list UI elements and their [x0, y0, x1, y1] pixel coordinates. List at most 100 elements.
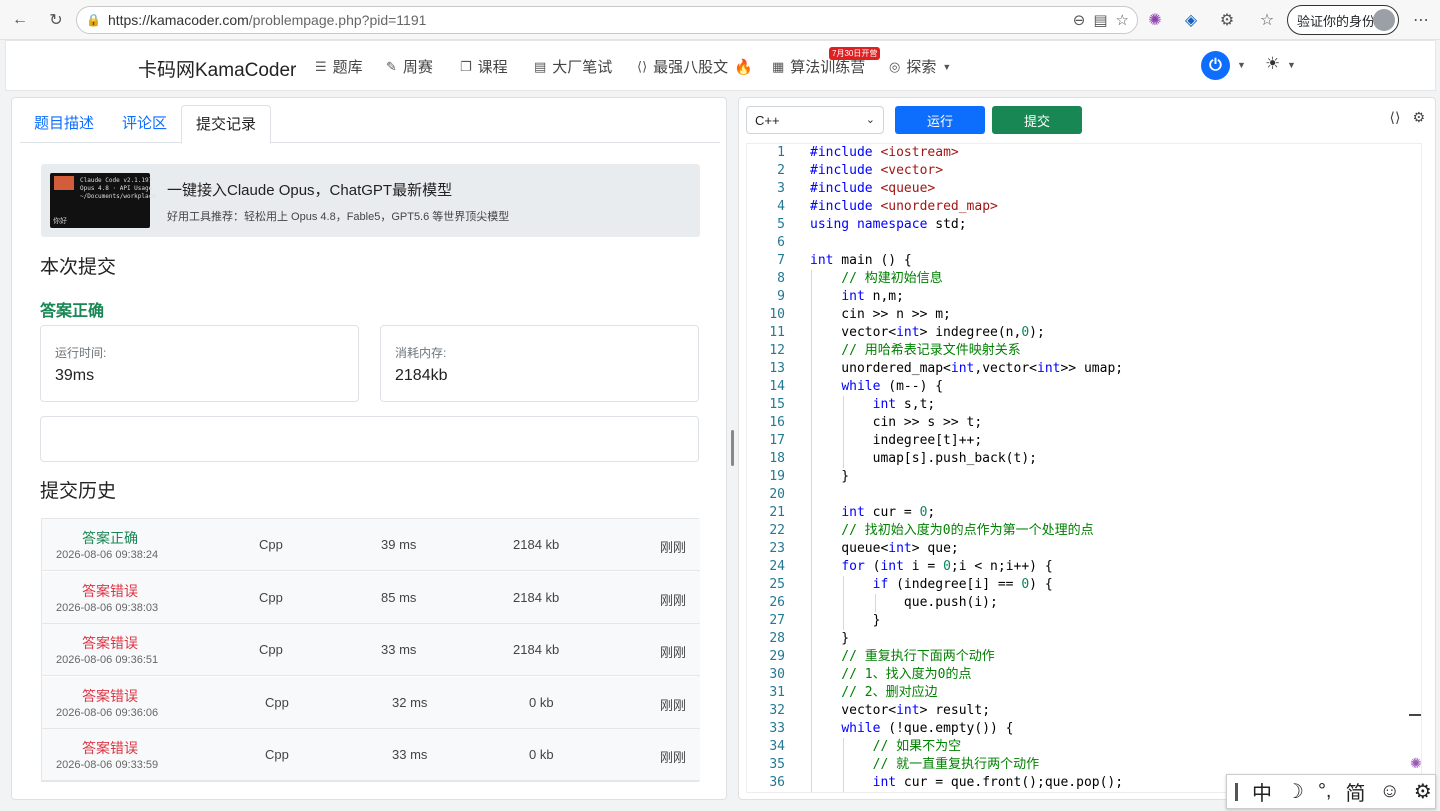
ime-emoji-icon[interactable]: ☺	[1380, 780, 1400, 803]
submit-time: 2026-08-06 09:33:59	[56, 759, 159, 772]
line-number: 27	[769, 613, 785, 628]
memory-value: 2184kb	[395, 367, 448, 384]
line-number: 9	[777, 289, 785, 304]
line-code: #include <unordered_map>	[810, 199, 998, 214]
nav-courses[interactable]: ❐ 课程	[460, 56, 508, 77]
result-status: 答案正确	[40, 303, 105, 320]
nav-problems[interactable]: ☰ 题库	[315, 56, 363, 77]
chevron-down-icon: ⌄	[865, 114, 875, 126]
indent-guide	[875, 594, 876, 612]
reader-icon[interactable]: ▤	[1093, 11, 1107, 29]
address-bar[interactable]: 🔒 https://kamacoder.com/problempage.php?…	[76, 6, 1138, 34]
code-line: 4 #include <unordered_map>	[747, 198, 1421, 216]
avatar	[1373, 9, 1395, 31]
ad-banner[interactable]: Claude Code v2.1.197 Opus 4.8 · API Usag…	[41, 164, 700, 237]
runtime-cell: 33 ms	[392, 747, 428, 763]
line-number: 30	[769, 667, 785, 682]
submit-time: 2026-08-06 09:38:03	[56, 601, 159, 614]
submit-button[interactable]: 提交	[992, 106, 1082, 134]
ime-simplified-toggle[interactable]: 简	[1346, 777, 1366, 806]
ime-punctuation-toggle[interactable]: °,	[1318, 780, 1332, 803]
reload-icon[interactable]: ↻	[45, 9, 67, 31]
language-cell: Cpp	[259, 642, 283, 658]
line-number: 10	[769, 307, 785, 322]
settings-icon[interactable]: ⚙	[1412, 109, 1425, 126]
sun-icon[interactable]: ☀	[1265, 54, 1280, 74]
chevron-down-icon[interactable]: ▼	[1287, 60, 1296, 70]
tab-submissions[interactable]: 提交记录	[181, 105, 272, 144]
zoom-icon[interactable]: ⊖	[1073, 11, 1086, 29]
line-code: int n,m;	[841, 289, 904, 304]
minimize-icon[interactable]	[1409, 714, 1421, 716]
more-icon[interactable]: ⋯	[1410, 9, 1432, 31]
language-select[interactable]: C++ ⌄	[746, 106, 884, 134]
table-row[interactable]: 答案错误 2026-08-06 09:38:03 Cpp 85 ms 2184 kb 刚刚	[42, 571, 700, 624]
tab-comments[interactable]: 评论区	[108, 105, 181, 143]
runtime-card: 运行时间: 39ms	[40, 325, 359, 402]
nav-label: 课程	[477, 59, 508, 76]
back-icon[interactable]: ←	[9, 9, 31, 31]
code-line: 10 cin >> n >> m;	[747, 306, 1421, 324]
line-code: // 用哈希表记录文件映射关系	[810, 343, 1021, 358]
code-line: 25 if (indegree[i] == 0) {	[747, 576, 1421, 594]
line-number: 28	[769, 631, 785, 646]
ime-chinese-toggle[interactable]: 中	[1252, 777, 1272, 806]
chevron-down-icon[interactable]: ▼	[1237, 60, 1246, 70]
nav-label: 最强八股文	[653, 59, 729, 76]
line-number: 32	[769, 703, 785, 718]
runtime-cell: 33 ms	[381, 642, 417, 658]
run-button[interactable]: 运行	[895, 106, 985, 134]
nav-explore[interactable]: ◎ 探索 ▼	[889, 56, 951, 77]
ad-thumb-caption: 你好	[53, 218, 67, 225]
code-format-icon[interactable]: ⟨⟩	[1390, 109, 1401, 126]
favorite-icon[interactable]: ☆	[1116, 11, 1129, 29]
code-editor[interactable]: 1 #include <iostream> 2 #include <vector> 3 #…	[746, 143, 1422, 793]
extension-brain-icon[interactable]: ✺	[1144, 9, 1166, 31]
status-text: 答案错误	[82, 635, 138, 652]
nav-baguwen[interactable]: ⟨⟩ 最强八股文 🔥	[637, 56, 753, 77]
table-row[interactable]: 答案正确 2026-08-06 09:38:24 Cpp 39 ms 2184 kb 刚刚	[42, 519, 700, 571]
when-cell: 刚刚	[659, 645, 686, 661]
nav-exams[interactable]: ▤ 大厂笔试	[534, 56, 612, 77]
history-table: 答案正确 2026-08-06 09:38:24 Cpp 39 ms 2184 kb 刚刚…	[41, 518, 700, 782]
line-code: que.push(i);	[810, 595, 998, 610]
line-number: 29	[769, 649, 785, 664]
table-row[interactable]: 答案错误 2026-08-06 09:36:51 Cpp 33 ms 2184 kb 刚刚	[42, 624, 700, 677]
line-number: 11	[769, 325, 785, 340]
memory-cell: 2184 kb	[513, 537, 560, 552]
code-line: 16 cin >> s >> t;	[747, 414, 1421, 432]
line-number: 1	[777, 145, 785, 160]
ime-drag-handle[interactable]	[1235, 782, 1238, 801]
line-number: 26	[769, 595, 785, 610]
favorites-icon[interactable]: ☆	[1256, 9, 1278, 31]
calendar-icon: ▦	[772, 58, 785, 74]
line-number: 16	[769, 415, 785, 430]
language-cell: Cpp	[259, 537, 283, 552]
line-code: }	[810, 613, 881, 628]
power-icon[interactable]: ⏻	[1201, 51, 1230, 80]
line-code: }	[810, 631, 850, 646]
assistant-icon[interactable]: ✺	[1410, 755, 1422, 772]
extension-shield-icon[interactable]: ◈	[1180, 9, 1202, 31]
line-code: vector<int> indegree(n,0);	[810, 325, 1045, 340]
nav-weekly[interactable]: ✎ 周赛	[386, 56, 433, 77]
memory-card: 消耗内存: 2184kb	[380, 325, 699, 402]
ime-settings-icon[interactable]: ⚙	[1414, 779, 1432, 804]
panel-resize-handle[interactable]	[731, 430, 734, 466]
extensions-icon[interactable]: ⚙	[1216, 9, 1238, 31]
line-code: while (!que.empty()) {	[841, 721, 1014, 736]
line-number: 15	[769, 397, 785, 412]
table-row[interactable]: 答案错误 2026-08-06 09:33:59 Cpp 33 ms 0 kb 刚刚	[42, 729, 700, 782]
line-code: cin >> s >> t;	[810, 415, 983, 430]
code-line: 22 // 找初始入度为0的点作为第一个处理的点	[747, 522, 1421, 540]
ime-moon-icon[interactable]: ☽	[1286, 779, 1304, 804]
tab-description[interactable]: 题目描述	[20, 105, 108, 143]
when-cell: 刚刚	[659, 697, 686, 713]
line-code: while (m--) {	[841, 379, 944, 394]
table-row[interactable]: 答案错误 2026-08-06 09:36:06 Cpp 32 ms 0 kb 刚刚	[42, 676, 700, 729]
ime-toolbar: 中 ☽ °, 简 ☺ ⚙	[1226, 774, 1436, 809]
profile-button[interactable]: 验证你的身份	[1287, 5, 1399, 35]
code-line: 32 vector<int> result;	[747, 702, 1421, 720]
runtime-value: 39ms	[55, 367, 95, 384]
brand-logo[interactable]: 卡码网KamaCoder	[138, 55, 296, 82]
